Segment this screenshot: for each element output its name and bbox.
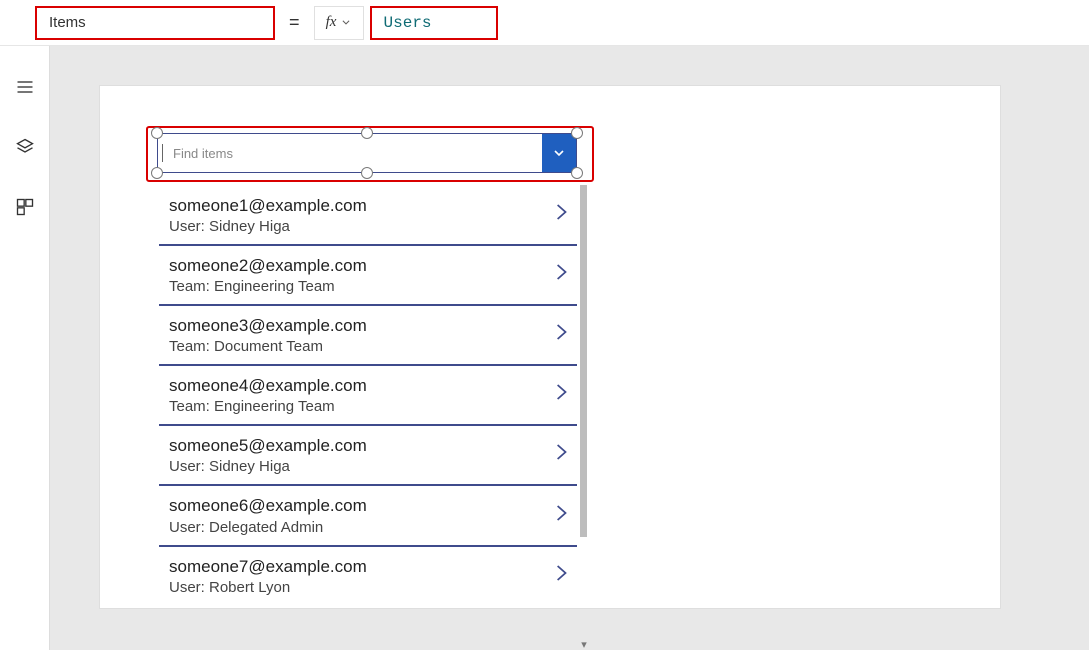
- list-item-title: someone4@example.com: [169, 375, 537, 397]
- formula-bar: Items = fx Users: [0, 0, 1089, 46]
- list-item-subtitle: Team: Engineering Team: [169, 398, 537, 415]
- list-item[interactable]: someone3@example.com Team: Document Team: [159, 306, 577, 366]
- list-item[interactable]: someone5@example.com User: Sidney Higa: [159, 426, 577, 486]
- list-item-title: someone1@example.com: [169, 195, 537, 217]
- formula-text: Users: [384, 14, 432, 32]
- property-dropdown[interactable]: Items: [35, 6, 275, 40]
- hamburger-icon[interactable]: [14, 76, 36, 98]
- selection-handle[interactable]: [151, 127, 163, 139]
- list-item-subtitle: User: Sidney Higa: [169, 218, 537, 235]
- combobox-dropdown-button[interactable]: [542, 134, 576, 172]
- list-item-subtitle: User: Sidney Higa: [169, 458, 537, 475]
- selection-handle[interactable]: [571, 167, 583, 179]
- chevron-right-icon: [555, 201, 569, 229]
- scroll-down-icon[interactable]: ▾: [578, 638, 590, 650]
- chevron-right-icon: [555, 502, 569, 530]
- chevron-down-icon: [551, 145, 567, 161]
- chevron-right-icon: [555, 261, 569, 289]
- list-item[interactable]: someone6@example.com User: Delegated Adm…: [159, 486, 577, 546]
- list-item-subtitle: User: Robert Lyon: [169, 579, 537, 596]
- equals-label: =: [289, 12, 300, 33]
- scrollbar-thumb[interactable]: [580, 185, 587, 537]
- formula-input[interactable]: Users: [370, 6, 498, 40]
- selection-handle[interactable]: [571, 127, 583, 139]
- chevron-right-icon: [555, 321, 569, 349]
- artboard: someone1@example.com User: Sidney Higa s…: [100, 86, 1000, 608]
- list-item[interactable]: someone1@example.com User: Sidney Higa: [159, 186, 577, 246]
- components-icon[interactable]: [14, 196, 36, 218]
- list-item-title: someone3@example.com: [169, 315, 537, 337]
- selected-control: [146, 126, 594, 182]
- list-item[interactable]: someone4@example.com Team: Engineering T…: [159, 366, 577, 426]
- selection-handle[interactable]: [361, 127, 373, 139]
- selection-handle[interactable]: [361, 167, 373, 179]
- list-item-title: someone5@example.com: [169, 435, 537, 457]
- chevron-down-icon: [341, 16, 351, 30]
- list-item[interactable]: someone2@example.com Team: Engineering T…: [159, 246, 577, 306]
- combobox-input[interactable]: [162, 144, 542, 162]
- list-item-title: someone2@example.com: [169, 255, 537, 277]
- fx-icon: fx: [326, 14, 337, 31]
- selection-handle[interactable]: [151, 167, 163, 179]
- list-item[interactable]: someone7@example.com User: Robert Lyon: [159, 547, 577, 605]
- chevron-right-icon: [555, 562, 569, 590]
- results-list: someone1@example.com User: Sidney Higa s…: [159, 186, 577, 646]
- list-item-subtitle: User: Delegated Admin: [169, 519, 537, 536]
- list-item-title: someone7@example.com: [169, 556, 537, 578]
- chevron-right-icon: [555, 381, 569, 409]
- left-rail: [0, 46, 50, 650]
- property-dropdown-label: Items: [49, 14, 86, 31]
- list-item-subtitle: Team: Document Team: [169, 338, 537, 355]
- fx-button[interactable]: fx: [314, 6, 364, 40]
- chevron-right-icon: [555, 441, 569, 469]
- canvas: someone1@example.com User: Sidney Higa s…: [50, 46, 1089, 650]
- list-item-subtitle: Team: Engineering Team: [169, 278, 537, 295]
- list-item-title: someone6@example.com: [169, 495, 537, 517]
- layers-icon[interactable]: [14, 136, 36, 158]
